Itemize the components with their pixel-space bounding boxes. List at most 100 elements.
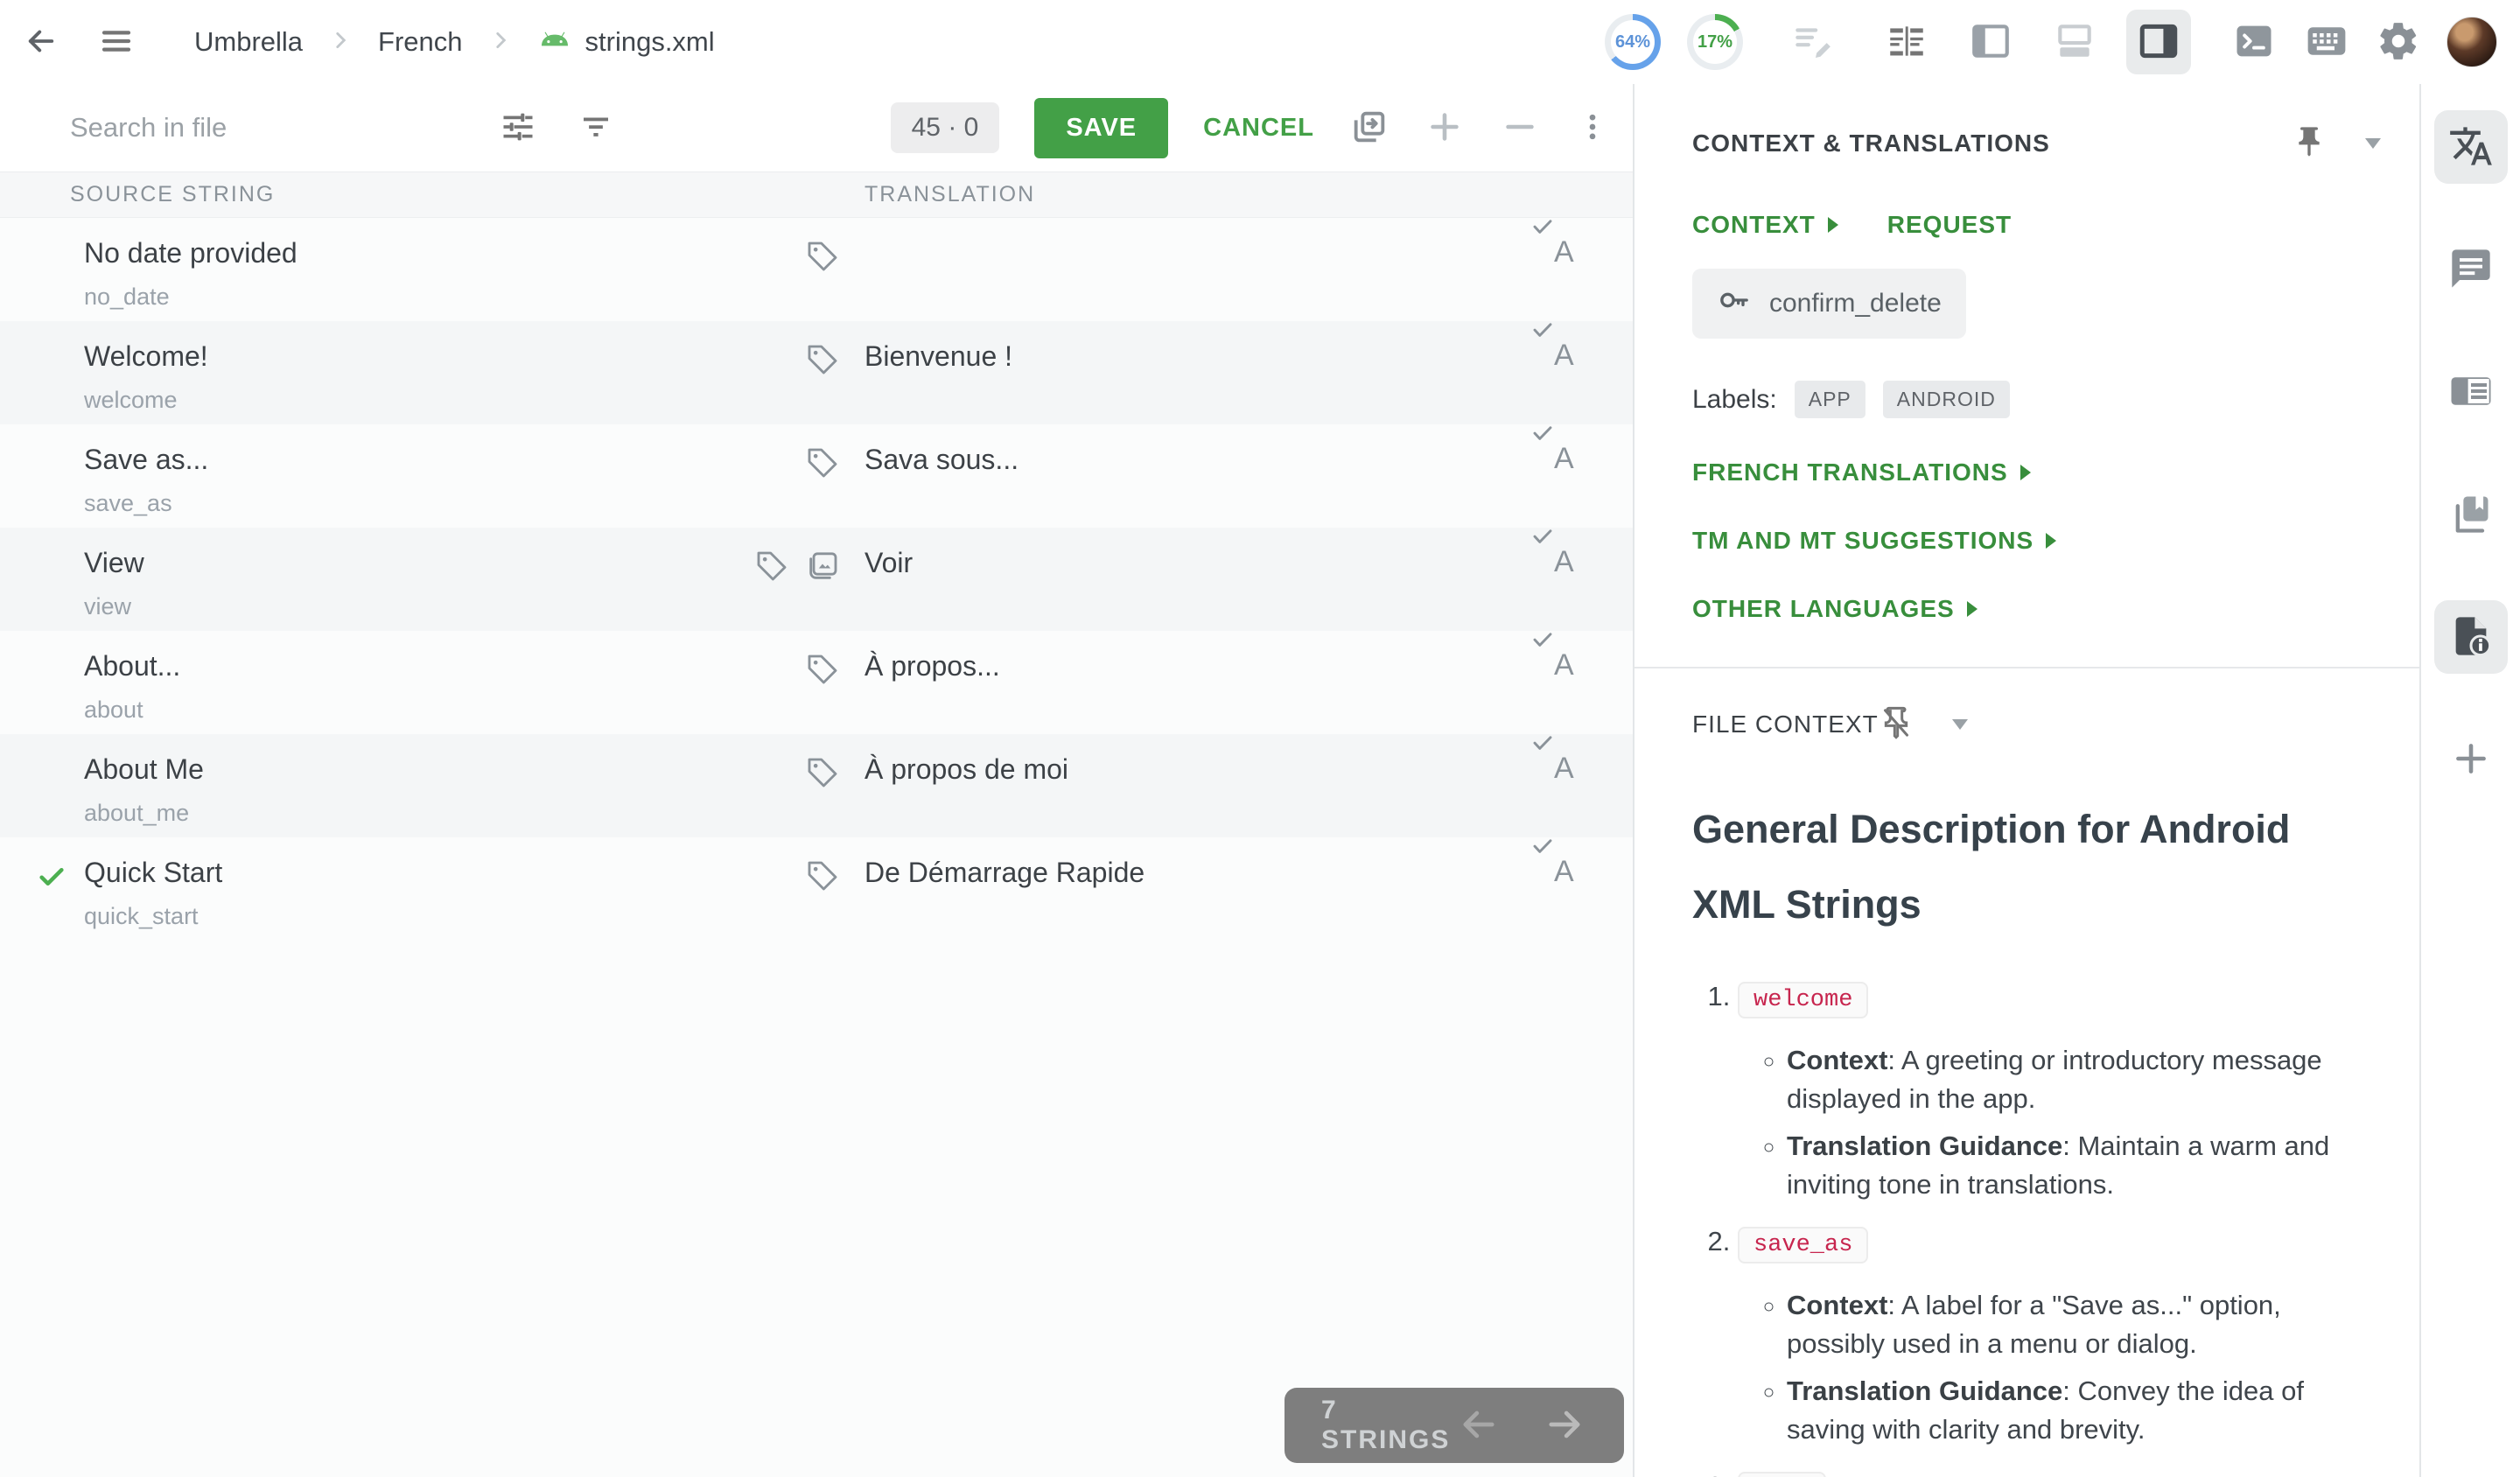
section-tm-mt-suggestions[interactable]: TM AND MT SUGGESTIONS <box>1692 527 2381 555</box>
string-key: save_as <box>84 490 754 517</box>
tag-icon[interactable] <box>805 858 840 941</box>
right-sidebar <box>2419 84 2520 1477</box>
table-row[interactable]: About... about À propos... A <box>0 631 1633 734</box>
collapse-file-context-button[interactable] <box>1952 719 1968 730</box>
approved-progress-ring[interactable]: 17% <box>1687 14 1743 70</box>
file-context-title: FILE CONTEXT <box>1692 710 1879 738</box>
zoom-in-button[interactable] <box>1424 107 1465 150</box>
arrow-left-icon <box>1456 1402 1502 1450</box>
section-french-translations[interactable]: FRENCH TRANSLATIONS <box>1692 458 2381 486</box>
translated-progress-ring[interactable]: 64% <box>1605 14 1661 70</box>
rail-terms-button[interactable] <box>2434 355 2508 429</box>
zoom-out-button[interactable] <box>1500 107 1540 150</box>
main-menu-button[interactable] <box>98 23 135 62</box>
chevron-right-icon <box>2046 533 2056 549</box>
word-count-badge: 45 · 0 <box>891 102 1000 153</box>
back-arrow-icon <box>23 23 60 62</box>
edit-list-button[interactable] <box>1790 19 1834 66</box>
breadcrumb: Umbrella French strings.xml <box>194 26 715 58</box>
breadcrumb-language[interactable]: French <box>378 26 462 58</box>
bottom-panel-layout-icon <box>2053 19 2096 66</box>
view-mode-right-panel-button[interactable] <box>2126 10 2191 74</box>
tab-request[interactable]: REQUEST <box>1887 211 2012 239</box>
breadcrumb-project[interactable]: Umbrella <box>194 26 303 58</box>
avatar <box>2446 17 2497 67</box>
cancel-button[interactable]: CANCEL <box>1203 114 1314 143</box>
filter-icon <box>578 108 614 148</box>
unpin-icon <box>1879 705 1914 743</box>
view-mode-list-button[interactable] <box>1874 10 1939 74</box>
rail-comments-button[interactable] <box>2434 233 2508 306</box>
pin-panel-button[interactable] <box>2292 124 2327 162</box>
column-header-translation: TRANSLATION <box>864 182 1035 207</box>
tab-context[interactable]: CONTEXT <box>1692 211 1838 239</box>
breadcrumb-file[interactable]: strings.xml <box>585 26 715 58</box>
kebab-menu-icon <box>1575 109 1610 147</box>
tag-icon[interactable] <box>805 652 840 734</box>
shortcuts-button[interactable] <box>2303 18 2350 67</box>
previous-page-button[interactable] <box>1456 1402 1502 1450</box>
tag-icon[interactable] <box>805 445 840 528</box>
rail-file-context-button[interactable] <box>2434 600 2508 674</box>
table-row[interactable]: Quick Start quick_start De Démarrage Rap… <box>0 837 1633 941</box>
tag-icon[interactable] <box>805 239 840 321</box>
point-label: Translation Guidance <box>1787 1376 2062 1406</box>
source-string: Quick Start <box>84 857 754 889</box>
label-badge[interactable]: ANDROID <box>1883 381 2010 418</box>
next-page-button[interactable] <box>1542 1402 1587 1450</box>
source-string: Welcome! <box>84 340 754 373</box>
string-key: quick_start <box>84 903 754 930</box>
comment-icon <box>2448 246 2494 294</box>
chevron-right-icon <box>1967 601 1978 617</box>
keyboard-icon <box>2303 18 2350 67</box>
string-key-value: confirm_delete <box>1769 289 1942 318</box>
translation-text <box>864 218 1552 321</box>
list-view-icon <box>1885 19 1928 66</box>
column-header-source: SOURCE STRING <box>0 182 864 207</box>
strings-count: 7 STRINGS <box>1321 1396 1456 1455</box>
table-row[interactable]: No date provided no_date A <box>0 218 1633 321</box>
screenshot-icon[interactable] <box>805 549 840 631</box>
settings-button[interactable] <box>2376 19 2420 66</box>
tab-request-label: REQUEST <box>1887 211 2012 239</box>
translation-text: De Démarrage Rapide <box>864 837 1552 941</box>
section-label: FRENCH TRANSLATIONS <box>1692 458 2008 486</box>
string-key-pill[interactable]: confirm_delete <box>1692 269 1966 339</box>
unpin-file-context-button[interactable] <box>1879 705 1914 743</box>
table-row[interactable]: Welcome! welcome Bienvenue ! A <box>0 321 1633 424</box>
save-button[interactable]: SAVE <box>1034 98 1168 158</box>
source-string: About... <box>84 650 754 682</box>
rail-add-panel-button[interactable] <box>2434 723 2508 796</box>
collapse-panel-button[interactable] <box>2365 138 2381 149</box>
rail-translations-button[interactable] <box>2434 110 2508 184</box>
plus-icon <box>2449 737 2493 783</box>
filter-button[interactable] <box>578 108 614 148</box>
view-mode-left-panel-button[interactable] <box>1958 10 2023 74</box>
back-button[interactable] <box>23 23 60 62</box>
string-key: no_date <box>84 284 754 311</box>
tune-sliders-icon <box>499 108 537 149</box>
section-other-languages[interactable]: OTHER LANGUAGES <box>1692 595 2381 623</box>
search-input[interactable] <box>70 112 472 144</box>
copy-source-button[interactable] <box>1349 107 1390 150</box>
console-button[interactable] <box>2231 18 2277 66</box>
advanced-filter-button[interactable] <box>499 108 537 149</box>
tag-icon[interactable] <box>805 342 840 424</box>
table-row[interactable]: About Me about_me À propos de moi A <box>0 734 1633 837</box>
copy-source-icon <box>1349 107 1390 150</box>
code-key: welcome <box>1738 982 1868 1018</box>
tag-icon[interactable] <box>754 549 789 631</box>
string-list: No date provided no_date A Welcome! welc… <box>0 218 1633 1477</box>
string-key: view <box>84 593 754 620</box>
tag-icon[interactable] <box>805 755 840 837</box>
rail-dictionary-button[interactable] <box>2434 478 2508 551</box>
list-item: view Context: A label for a "View" optio… <box>1738 1468 2381 1477</box>
user-menu-button[interactable] <box>2446 17 2497 67</box>
arrow-right-icon <box>1542 1402 1587 1450</box>
label-badge[interactable]: APP <box>1795 381 1866 418</box>
table-row[interactable]: View view Voir A <box>0 528 1633 631</box>
table-row[interactable]: Save as... save_as Sava sous... A <box>0 424 1633 528</box>
view-mode-bottom-panel-button[interactable] <box>2042 10 2107 74</box>
more-options-button[interactable] <box>1575 109 1610 147</box>
translation-text: À propos... <box>864 631 1552 734</box>
